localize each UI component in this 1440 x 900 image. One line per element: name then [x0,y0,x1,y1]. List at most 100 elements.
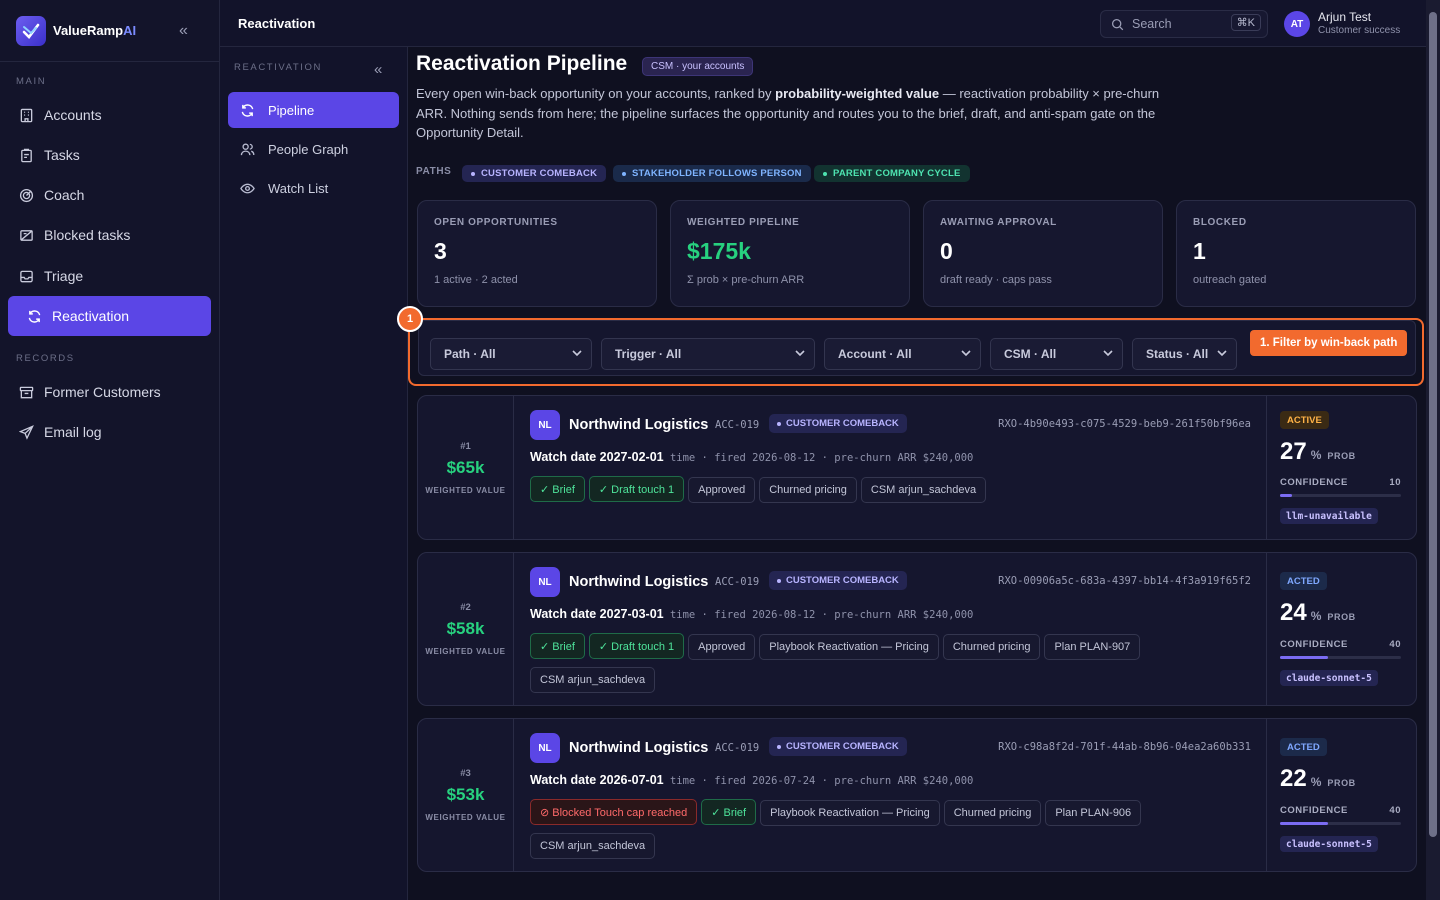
sidebar-item-accounts[interactable]: Accounts [8,95,211,135]
main-section-label: MAIN [16,76,47,87]
watch-line: Watch date 2027-03-01 time · fired 2026-… [530,607,974,621]
model-badge: llm-unavailable [1280,508,1378,524]
chevron-down-icon [960,347,972,362]
account-filter-select[interactable]: Account · All [824,338,981,370]
account-avatar: NL [530,567,560,597]
refresh-icon [26,308,42,324]
plan-chip[interactable]: Plan PLAN-907 [1044,633,1141,660]
sidebar-item-blocked-tasks[interactable]: Blocked tasks [8,215,211,255]
collapse-sidebar-icon[interactable]: « [179,22,188,40]
subnav-item-watch-list[interactable]: Watch List [228,170,399,206]
filter-hint-button[interactable]: 1. Filter by win-back path [1250,330,1408,356]
sidebar-item-triage[interactable]: Triage [8,256,211,296]
rank-column: #1 $65k WEIGHTED VALUE [418,396,514,539]
brief-chip[interactable]: ✓ Brief [530,633,585,659]
sidebar-item-tasks[interactable]: Tasks [8,135,211,175]
status-filter-select[interactable]: Status · All [1132,338,1237,370]
path-tag: CUSTOMER COMEBACK [769,414,907,433]
search-icon [1111,18,1124,31]
subnav: REACTIVATION « Pipeline People Graph Wat… [220,0,408,900]
playbook-chip[interactable]: Playbook Reactivation — Pricing [760,799,940,826]
brand-name: ValueRampAI [53,23,137,38]
page-section-title: Reactivation [238,16,316,31]
draft-chip[interactable]: ✓ Draft touch 1 [588,633,685,659]
stat-open-opportunities: OPEN OPPORTUNITIES 3 1 active · 2 acted [417,200,657,307]
archive-icon [18,384,34,400]
stat-weighted-pipeline: WEIGHTED PIPELINE $175k Σ prob × pre-churn… [670,200,910,307]
reason-chip: Churned pricing [943,799,1042,826]
opportunity-card[interactable]: #3 $53k WEIGHTED VALUE NL Northwind Logist… [417,718,1417,872]
subnav-item-pipeline[interactable]: Pipeline [228,92,399,128]
send-icon [18,424,34,440]
main-content: Reactivation Pipeline CSM · your account… [397,47,1426,900]
sidebar-item-reactivation[interactable]: Reactivation [8,296,211,336]
search-shortcut: ⌘K [1230,14,1261,31]
brief-chip[interactable]: ✓ Brief [530,476,585,502]
paths-label: PATHS [416,166,452,177]
stat-awaiting-approval: AWAITING APPROVAL 0 draft ready · caps pas… [923,200,1163,307]
records-section-label: RECORDS [16,353,75,364]
csm-filter-select[interactable]: CSM · All [990,338,1123,370]
scrollbar-thumb[interactable] [1429,12,1437,837]
sidebar-item-label: Tasks [44,147,80,163]
opportunity-card[interactable]: #2 $58k WEIGHTED VALUE NL Northwind Logist… [417,552,1417,706]
path-tag-parent-company-cycle[interactable]: PARENT COMPANY CYCLE [814,165,970,182]
trigger-filter-select[interactable]: Trigger · All [601,338,815,370]
rank-column: #2 $58k WEIGHTED VALUE [418,553,514,705]
eye-icon [240,181,256,196]
watch-line: Watch date 2026-07-01 time · fired 2026-… [530,773,974,787]
status-badge: ACTIVE [1280,411,1329,429]
chips: ✓ Brief ✓ Draft touch 1 Approved Playbook R… [530,633,1260,700]
brief-chip[interactable]: ✓ Brief [701,799,757,825]
model-badge: claude-sonnet-5 [1280,836,1378,852]
user-name: Arjun Test [1318,10,1372,24]
sidebar-item-coach[interactable]: Coach [8,175,211,215]
chevron-down-icon [1216,347,1228,362]
playbook-chip[interactable]: Playbook Reactivation — Pricing [759,633,939,660]
step-marker: 1 [397,306,423,332]
account-name[interactable]: Northwind Logistics [569,417,708,433]
sidebar-item-label: Reactivation [52,308,130,324]
probability: 27% PROB [1280,438,1356,465]
subnav-item-label: People Graph [268,141,349,157]
path-filter-select[interactable]: Path · All [430,338,592,370]
confidence: CONFIDENCE 40 [1280,639,1401,650]
sidebar-item-former-customers[interactable]: Former Customers [8,372,211,412]
scrollbar[interactable] [1426,0,1440,900]
model-badge: claude-sonnet-5 [1280,670,1378,686]
collapse-subnav-icon[interactable]: « [374,62,382,77]
score-column: ACTED 24% PROB CONFIDENCE 40 claude-sonnet… [1266,553,1416,705]
score-column: ACTED 22% PROB CONFIDENCE 40 claude-sonnet… [1266,719,1416,871]
target-icon [18,187,34,203]
avatar[interactable]: AT [1284,11,1310,37]
path-tag-stakeholder-follows-person[interactable]: STAKEHOLDER FOLLOWS PERSON [613,165,811,182]
opportunity-card[interactable]: #1 $65k WEIGHTED VALUE NL Northwind Logist… [417,395,1417,540]
account-name[interactable]: Northwind Logistics [569,574,708,590]
stat-blocked: BLOCKED 1 outreach gated [1176,200,1416,307]
plan-chip[interactable]: Plan PLAN-906 [1045,799,1142,826]
subnav-item-people-graph[interactable]: People Graph [228,131,399,167]
opportunity-id: RXO-c98a8f2d-701f-44ab-8b96-04ea2a60b331 [998,741,1251,753]
sidebar-item-email-log[interactable]: Email log [8,412,211,452]
rank-column: #3 $53k WEIGHTED VALUE [418,719,514,871]
search-input[interactable]: Search ⌘K [1100,10,1268,38]
score-column: ACTIVE 27% PROB CONFIDENCE 10 llm-unavaila… [1266,396,1416,539]
account-id: ACC-019 [715,419,760,431]
path-tag: CUSTOMER COMEBACK [769,571,907,590]
path-tag-customer-comeback[interactable]: CUSTOMER COMEBACK [462,165,607,182]
status-badge: ACTED [1280,572,1327,590]
csm-chip: CSM arjun_sachdeva [530,666,656,693]
csm-chip: CSM arjun_sachdeva [530,832,656,859]
probability: 24% PROB [1280,599,1356,626]
account-avatar: NL [530,410,560,440]
draft-chip[interactable]: ✓ Draft touch 1 [588,476,685,502]
sidebar: ValueRampAI « MAIN Accounts Tasks Coach … [0,0,220,900]
account-name[interactable]: Northwind Logistics [569,740,708,756]
blocked-chip[interactable]: ⊘ Blocked Touch cap reached [530,799,698,825]
account-avatar: NL [530,733,560,763]
account-id: ACC-019 [715,742,760,754]
watch-line: Watch date 2027-02-01 time · fired 2026-… [530,450,974,464]
probability: 22% PROB [1280,765,1356,792]
inbox-icon [18,268,34,284]
chips: ⊘ Blocked Touch cap reached ✓ Brief Playbo… [530,799,1260,866]
